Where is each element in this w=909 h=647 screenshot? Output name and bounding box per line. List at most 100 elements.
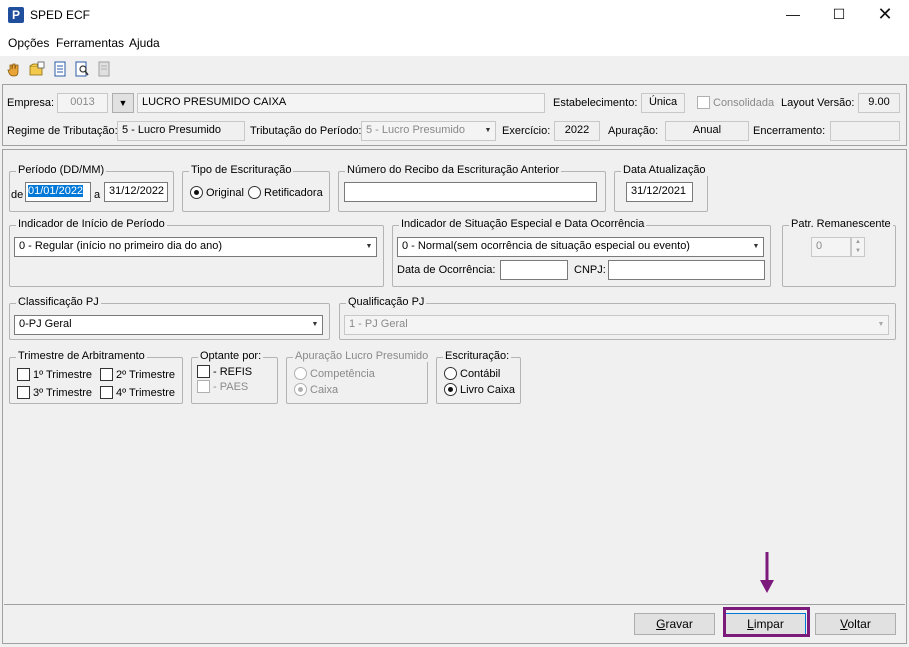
document-icon[interactable] [52,61,68,77]
classificacao-select-value: 0-PJ Geral [19,318,72,330]
trimestre-3-box [17,386,30,399]
periodo-end-field[interactable]: 31/12/2022 [104,182,168,202]
window-title: SPED ECF [30,8,91,22]
data-ocorrencia-field[interactable] [500,260,568,280]
radio-livro-caixa[interactable]: Livro Caixa [444,383,515,396]
consolidada-check-box [697,96,710,109]
toolbar [0,56,909,82]
data-atualizacao-field[interactable]: 31/12/2021 [626,182,693,202]
situacao-title: Indicador de Situação Especial e Data Oc… [399,218,647,230]
classificacao-title: Classificação PJ [16,296,101,308]
gravar-label: ravar [665,617,693,631]
radio-original-dot [190,186,203,199]
inicio-select-value: 0 - Regular (início no primeiro dia do a… [19,240,222,252]
radio-competencia-label: Competência [310,367,375,380]
voltar-mnemonic: V [840,617,848,631]
cnpj-field[interactable] [608,260,765,280]
spin-up-icon: ▲ [855,239,861,245]
trimestre-1-label: 1º Trimestre [33,368,93,381]
radio-caixa-dot [294,383,307,396]
refis-box [197,365,210,378]
radio-retificadora-dot [248,186,261,199]
radio-original[interactable]: Original [190,186,244,199]
radio-livro-caixa-dot [444,383,457,396]
minimize-icon[interactable]: — [770,0,816,30]
encerramento-value [830,121,900,141]
recibo-field[interactable] [344,182,597,202]
consolidada-checkbox: Consolidada [697,96,774,109]
periodo-a-label: a [94,189,101,201]
tipo-escrituracao-title: Tipo de Escrituração [189,164,294,176]
checkbox-paes: - PAES [197,380,248,393]
radio-competencia-dot [294,367,307,380]
periodo-de-label: de [11,189,24,201]
inicio-title: Indicador de Início de Período [16,218,167,230]
checkbox-refis[interactable]: - REFIS [197,365,252,378]
radio-caixa: Caixa [294,383,338,396]
checkbox-trimestre-1[interactable]: 1º Trimestre [17,368,92,381]
optante-title: Optante por: [198,350,264,362]
checkbox-trimestre-3[interactable]: 3º Trimestre [17,386,92,399]
tributacao-label: Tributação do Período: [250,125,362,137]
gravar-button[interactable]: Gravar [634,613,715,635]
cnpj-label: CNPJ: [574,264,606,276]
empresa-code-field[interactable]: 0013 [57,93,108,113]
radio-contabil[interactable]: Contábil [444,367,500,380]
data-atualizacao-title: Data Atualização [621,164,708,176]
patr-stepper: ▲ ▼ [851,237,865,257]
empresa-label: Empresa: [7,97,55,109]
trimestre-2-box [100,368,113,381]
search-document-icon[interactable] [74,61,90,77]
maximize-icon[interactable]: ☐ [816,0,862,30]
empresa-dropdown-button[interactable]: ▼ [112,93,134,113]
menu-ajuda[interactable]: Ajuda [129,36,160,50]
trimestre-3-label: 3º Trimestre [33,386,93,399]
escrituracao-title: Escrituração: [443,350,512,362]
radio-contabil-label: Contábil [460,367,501,380]
page-icon [98,61,110,77]
menu-ferramentas[interactable]: Ferramentas [56,36,124,50]
hand-icon[interactable] [6,61,22,77]
annotation-highlight-box [723,607,810,637]
classificacao-select[interactable]: 0-PJ Geral ▼ [14,315,323,335]
recibo-title: Número do Recibo da Escrituração Anterio… [345,164,562,176]
regime-value: 5 - Lucro Presumido [117,121,245,141]
radio-livro-caixa-label: Livro Caixa [460,383,516,396]
chevron-down-icon: ▼ [877,321,885,328]
checkbox-trimestre-4[interactable]: 4º Trimestre [100,386,175,399]
annotation-arrow-icon [760,552,774,593]
radio-retificadora[interactable]: Retificadora [248,186,323,199]
chevron-down-icon: ▼ [752,243,760,250]
refis-label: - REFIS [213,365,253,378]
spin-down-icon: ▼ [855,248,861,254]
open-folder-icon[interactable] [29,61,45,77]
gravar-mnemonic: G [656,617,666,631]
regime-label: Regime de Tributação: [7,125,118,137]
inicio-select[interactable]: 0 - Regular (início no primeiro dia do a… [14,237,377,257]
close-icon[interactable]: ✕ [862,0,908,30]
apuracao-label: Apuração: [608,125,659,137]
tributacao-select-value: 5 - Lucro Presumido [366,124,466,136]
periodo-title: Período (DD/MM) [16,164,107,176]
periodo-start-field[interactable]: 01/01/2022 [25,182,91,202]
app-icon: P [8,7,24,23]
data-ocorrencia-label: Data de Ocorrência: [397,264,496,276]
radio-caixa-label: Caixa [310,383,339,396]
consolidada-label: Consolidada [713,96,775,109]
trimestre-2-label: 2º Trimestre [116,368,176,381]
voltar-button[interactable]: Voltar [815,613,896,635]
apuracao-lp-title: Apuração Lucro Presumido [293,350,431,362]
encerramento-label: Encerramento: [753,125,826,137]
trimestre-title: Trimestre de Arbitramento [16,350,147,362]
escrituracao-group: Escrituração: [436,350,521,404]
situacao-select[interactable]: 0 - Normal(sem ocorrência de situação es… [397,237,764,257]
trimestre-4-box [100,386,113,399]
voltar-label: oltar [847,617,871,631]
apuracao-lp-group: Apuração Lucro Presumido [286,350,431,404]
menu-opcoes[interactable]: Opções [8,36,49,50]
checkbox-trimestre-2[interactable]: 2º Trimestre [100,368,175,381]
tributacao-select: 5 - Lucro Presumido ▼ [361,121,496,141]
situacao-select-value: 0 - Normal(sem ocorrência de situação es… [402,240,690,252]
chevron-down-icon: ▼ [365,243,373,250]
trimestre-1-box [17,368,30,381]
